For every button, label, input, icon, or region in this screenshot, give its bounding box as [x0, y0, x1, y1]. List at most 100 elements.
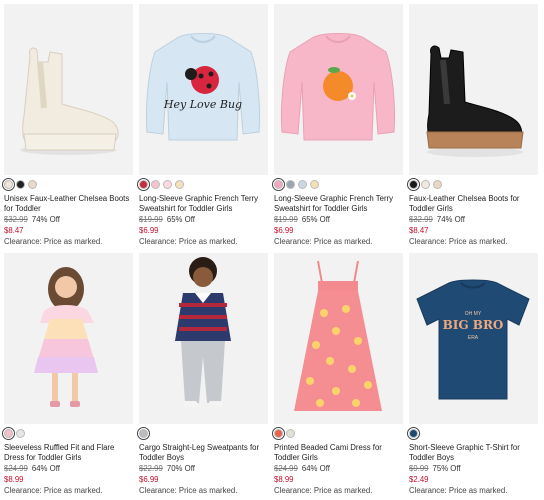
ruffled-dress-image	[34, 267, 98, 407]
product-name[interactable]: Sleeveless Ruffled Fit and Flare Dress f…	[4, 443, 133, 463]
color-swatch[interactable]	[310, 180, 319, 189]
color-swatch[interactable]	[272, 427, 285, 440]
color-swatch[interactable]	[28, 180, 37, 189]
product-image[interactable]: OH MY BIG BRO ERA	[409, 253, 538, 424]
original-price: $32.99	[409, 215, 433, 224]
original-price: $24.99	[274, 464, 298, 473]
price-row: $24.99 64% Off	[4, 464, 133, 474]
product-card[interactable]: Faux-Leather Chelsea Boots for Toddler G…	[407, 4, 538, 247]
product-name[interactable]: Faux-Leather Chelsea Boots for Toddler G…	[409, 194, 538, 214]
product-image[interactable]	[274, 253, 403, 424]
product-name[interactable]: Printed Beaded Cami Dress for Toddler Gi…	[274, 443, 403, 463]
clearance-note: Clearance: Price as marked.	[4, 237, 103, 246]
color-swatch[interactable]	[175, 180, 184, 189]
sale-price: $8.99	[4, 475, 24, 484]
original-price: $19.99	[274, 215, 298, 224]
discount-label: 65% Off	[301, 215, 330, 224]
sale-price: $8.47	[409, 226, 429, 235]
original-price: $22.99	[139, 464, 163, 473]
price-row: $9.99 75% Off	[409, 464, 538, 474]
clearance-note: Clearance: Price as marked.	[274, 237, 373, 246]
sale-price: $6.99	[274, 226, 294, 235]
tshirt-graphic-bottom: ERA	[468, 335, 479, 341]
color-swatches	[137, 427, 268, 440]
product-card[interactable]: OH MY BIG BRO ERA Short-Sleeve Graphic T…	[407, 253, 538, 496]
ladybug-sweatshirt-image: Hey Love Bug	[145, 33, 261, 141]
product-image[interactable]	[139, 253, 268, 424]
color-swatches	[272, 427, 403, 440]
color-swatches	[407, 178, 538, 191]
color-swatch[interactable]	[407, 427, 420, 440]
original-price: $9.99	[409, 464, 429, 473]
product-image[interactable]	[4, 4, 133, 175]
color-swatch[interactable]	[286, 180, 295, 189]
price-row: $32.99 74% Off	[409, 215, 538, 225]
chelsea-boot-cream-image	[20, 47, 119, 155]
color-swatch[interactable]	[407, 178, 420, 191]
discount-label: 75% Off	[432, 464, 461, 473]
color-swatch[interactable]	[2, 178, 15, 191]
clearance-note: Clearance: Price as marked.	[274, 486, 373, 495]
orange-sweatshirt-image	[280, 33, 396, 141]
clearance-note: Clearance: Price as marked.	[409, 237, 508, 246]
color-swatch[interactable]	[298, 180, 307, 189]
original-price: $24.99	[4, 464, 28, 473]
product-card[interactable]: Unisex Faux-Leather Chelsea Boots for To…	[2, 4, 133, 247]
big-bro-tshirt-image: OH MY BIG BRO ERA	[416, 279, 530, 400]
discount-label: 64% Off	[301, 464, 330, 473]
discount-label: 70% Off	[166, 464, 195, 473]
price-row: $32.99 74% Off	[4, 215, 133, 225]
clearance-note: Clearance: Price as marked.	[4, 486, 103, 495]
color-swatch[interactable]	[137, 178, 150, 191]
cargo-sweatpants-image	[175, 257, 231, 407]
tshirt-graphic-main: BIG BRO	[443, 318, 504, 332]
color-swatches	[407, 427, 538, 440]
color-swatch[interactable]	[272, 178, 285, 191]
price-row: $24.99 64% Off	[274, 464, 403, 474]
sweatshirt-graphic-text: Hey Love Bug	[163, 98, 242, 111]
original-price: $19.99	[139, 215, 163, 224]
color-swatch[interactable]	[163, 180, 172, 189]
product-name[interactable]: Long-Sleeve Graphic French Terry Sweatsh…	[274, 194, 403, 214]
product-name[interactable]: Long-Sleeve Graphic French Terry Sweatsh…	[139, 194, 268, 214]
color-swatch[interactable]	[286, 429, 295, 438]
color-swatch[interactable]	[16, 429, 25, 438]
clearance-note: Clearance: Price as marked.	[409, 486, 508, 495]
color-swatch[interactable]	[137, 427, 150, 440]
tshirt-graphic-top: OH MY	[465, 311, 482, 317]
price-row: $19.99 65% Off	[139, 215, 268, 225]
color-swatch[interactable]	[16, 180, 25, 189]
product-card[interactable]: Hey Love Bug Long-Sleeve Graphic French …	[137, 4, 268, 247]
product-image[interactable]: Hey Love Bug	[139, 4, 268, 175]
product-name[interactable]: Short-Sleeve Graphic T-Shirt for Toddler…	[409, 443, 538, 463]
chelsea-boot-black-image	[426, 45, 524, 157]
product-card[interactable]: Sleeveless Ruffled Fit and Flare Dress f…	[2, 253, 133, 496]
original-price: $32.99	[4, 215, 28, 224]
discount-label: 74% Off	[436, 215, 465, 224]
color-swatches	[272, 178, 403, 191]
product-image[interactable]	[409, 4, 538, 175]
sale-price: $8.47	[4, 226, 24, 235]
product-card[interactable]: Cargo Straight-Leg Sweatpants for Toddle…	[137, 253, 268, 496]
product-name[interactable]: Unisex Faux-Leather Chelsea Boots for To…	[4, 194, 133, 214]
sale-price: $6.99	[139, 226, 159, 235]
color-swatches	[2, 178, 133, 191]
color-swatch[interactable]	[151, 180, 160, 189]
sale-price: $2.49	[409, 475, 429, 484]
price-row: $22.99 70% Off	[139, 464, 268, 474]
color-swatches	[137, 178, 268, 191]
sale-price: $6.99	[139, 475, 159, 484]
color-swatch[interactable]	[2, 427, 15, 440]
sale-price: $8.99	[274, 475, 294, 484]
color-swatch[interactable]	[433, 180, 442, 189]
product-name[interactable]: Cargo Straight-Leg Sweatpants for Toddle…	[139, 443, 268, 463]
clearance-note: Clearance: Price as marked.	[139, 237, 238, 246]
product-grid: Unisex Faux-Leather Chelsea Boots for To…	[2, 4, 538, 496]
cami-dress-image	[294, 260, 382, 411]
color-swatch[interactable]	[421, 180, 430, 189]
product-image[interactable]	[274, 4, 403, 175]
discount-label: 74% Off	[31, 215, 60, 224]
product-image[interactable]	[4, 253, 133, 424]
product-card[interactable]: Long-Sleeve Graphic French Terry Sweatsh…	[272, 4, 403, 247]
product-card[interactable]: Printed Beaded Cami Dress for Toddler Gi…	[272, 253, 403, 496]
